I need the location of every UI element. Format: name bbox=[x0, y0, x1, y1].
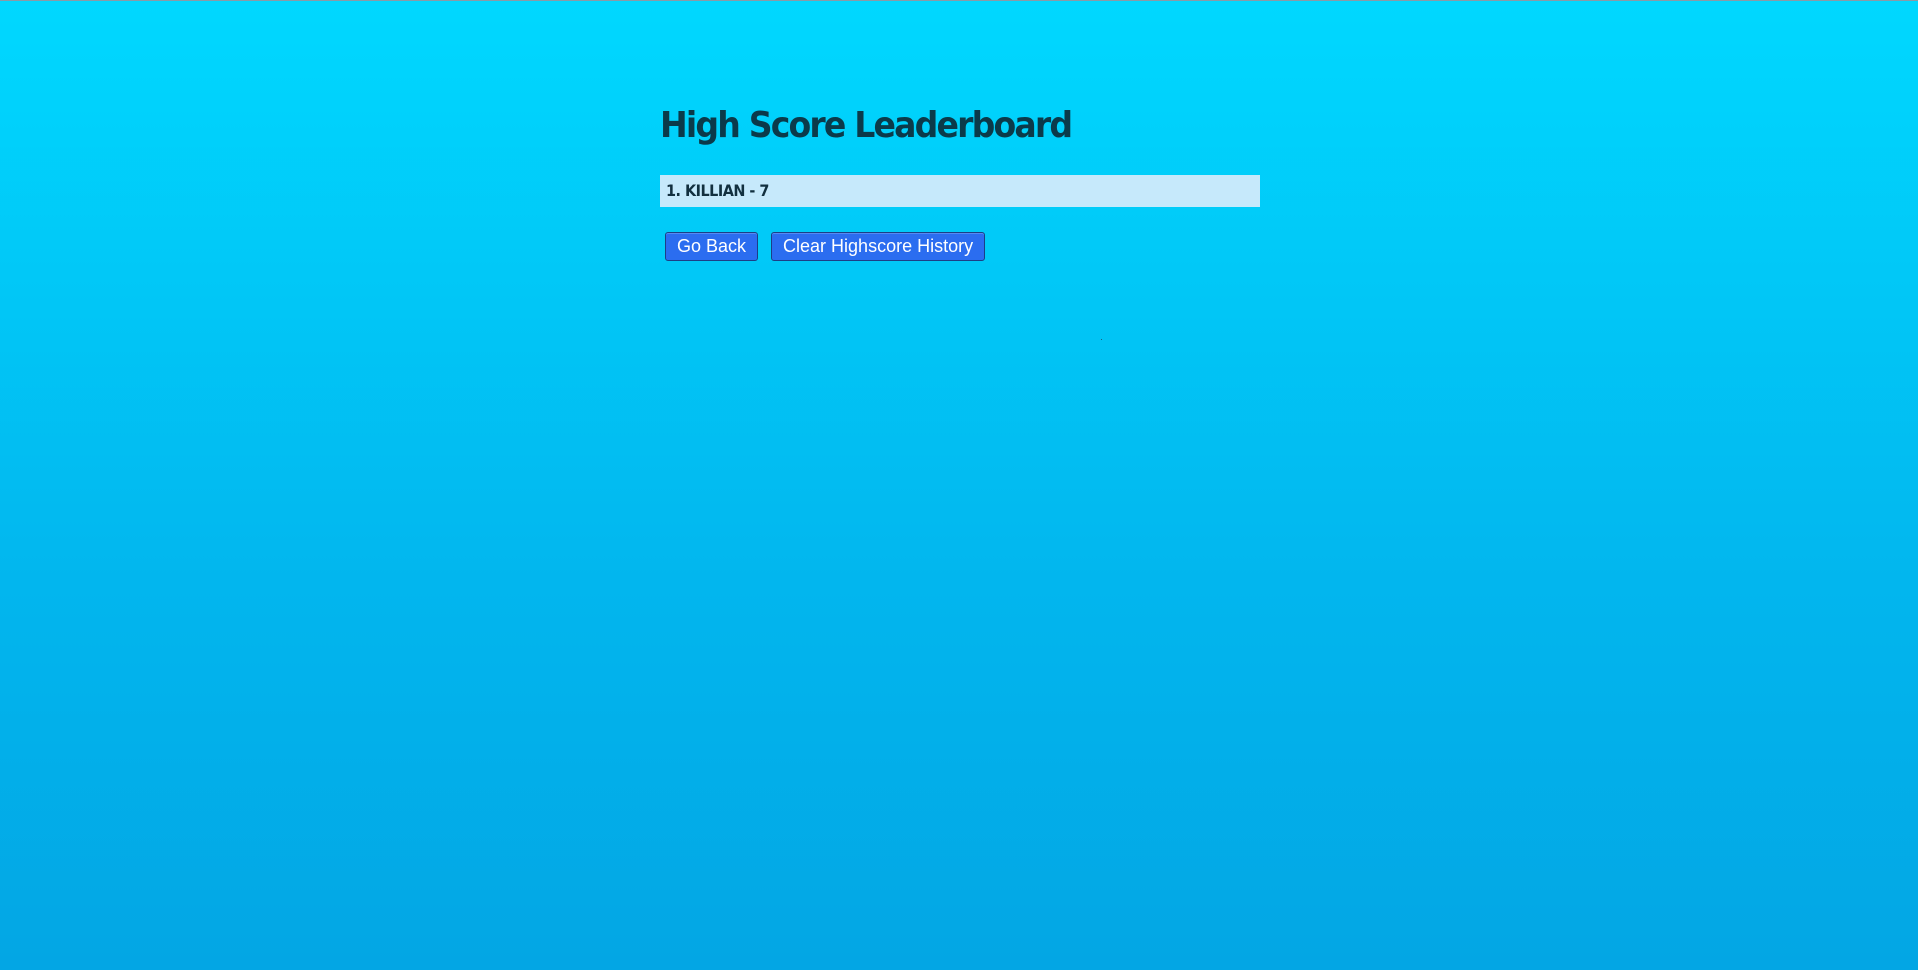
go-back-button[interactable]: Go Back bbox=[665, 232, 759, 261]
clear-highscores-button[interactable]: Clear Highscore History bbox=[771, 232, 986, 261]
list-item: 1. KILLIAN - 7 bbox=[660, 175, 1260, 207]
score-list: 1. KILLIAN - 7 bbox=[660, 175, 1260, 207]
button-row: Go Back Clear Highscore History bbox=[660, 232, 1260, 261]
leaderboard-container: High Score Leaderboard 1. KILLIAN - 7 Go… bbox=[660, 101, 1260, 261]
decorative-dot bbox=[1101, 339, 1102, 340]
page-title: High Score Leaderboard bbox=[660, 105, 1073, 146]
